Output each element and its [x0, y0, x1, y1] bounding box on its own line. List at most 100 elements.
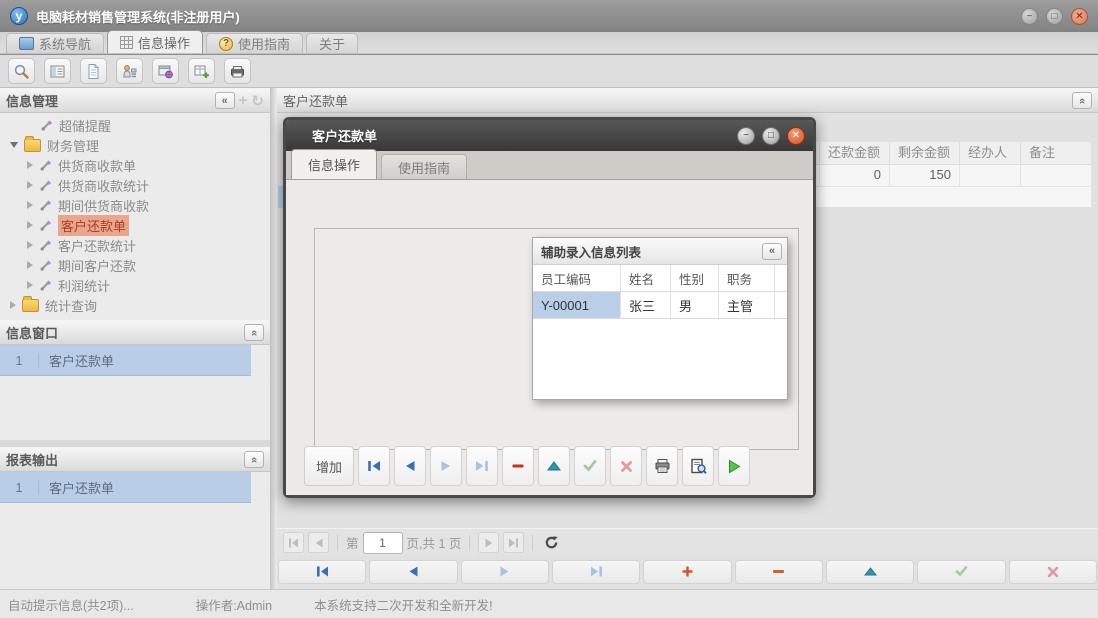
nav-edit-button[interactable] [826, 560, 914, 584]
last-record-button[interactable] [466, 446, 498, 486]
page-last-button[interactable] [503, 532, 524, 553]
nav-prev-button[interactable] [369, 560, 457, 584]
maximize-button[interactable]: □ [1046, 8, 1063, 25]
document-button[interactable] [80, 58, 107, 84]
page-number-input[interactable] [363, 532, 403, 554]
column-repay-amount[interactable]: 还款金额 [819, 142, 889, 164]
cancel-button[interactable] [610, 446, 642, 486]
report-output-row[interactable]: 1 客户还款单 [0, 472, 251, 503]
add-button[interactable]: 增加 [304, 446, 354, 486]
helper-collapse-button[interactable]: « [762, 243, 782, 260]
cell-employee-code[interactable]: Y-00001 [533, 292, 621, 318]
printer-tray-button[interactable] [224, 58, 251, 84]
helper-table-row[interactable]: Y-00001 张三 男 主管 [533, 292, 787, 319]
collapsed-arrow-icon[interactable] [10, 301, 16, 309]
first-record-button[interactable] [358, 446, 390, 486]
prev-record-button[interactable] [394, 446, 426, 486]
user-report-button[interactable] [116, 58, 143, 84]
tree-item-customer-repayment-stats[interactable]: 客户还款统计 [0, 235, 270, 255]
main-panel-title: 客户还款单 [283, 91, 348, 110]
confirm-icon [955, 566, 968, 577]
column-remark[interactable]: 备注 [1020, 142, 1098, 164]
grid-refresh-button[interactable] [541, 532, 562, 553]
tab-about[interactable]: 关于 [306, 33, 358, 53]
next-record-button[interactable] [430, 446, 462, 486]
tree-item-supplier-receipt[interactable]: 供货商收款单 [0, 155, 270, 175]
collapsed-arrow-icon[interactable] [27, 281, 33, 289]
cell-remaining-amount: 150 [889, 164, 959, 186]
column-handler[interactable]: 经办人 [959, 142, 1020, 164]
column-name[interactable]: 姓名 [621, 265, 671, 291]
add-icon[interactable]: + [239, 92, 248, 109]
close-button[interactable]: ✕ [1071, 8, 1088, 25]
nav-next-button[interactable] [461, 560, 549, 584]
tab-system-nav[interactable]: 系统导航 [6, 33, 104, 53]
sidebar-nav-header: 信息管理 « + ↻ [0, 88, 270, 113]
nav-add-button[interactable] [643, 560, 731, 584]
divider [532, 535, 533, 551]
info-window-collapse-button[interactable]: « [244, 324, 264, 341]
nav-delete-button[interactable] [735, 560, 823, 584]
run-button[interactable] [718, 446, 750, 486]
tab-user-guide[interactable]: ? 使用指南 [206, 33, 303, 53]
info-window-header: 信息窗口 « [0, 320, 270, 345]
table-add-icon [193, 63, 210, 80]
cell-gender: 男 [671, 292, 719, 318]
tree-item-period-supplier-receipt[interactable]: 期间供货商收款 [0, 195, 270, 215]
tree-folder-finance[interactable]: 财务管理 [0, 135, 270, 155]
nav-first-button[interactable] [278, 560, 366, 584]
edit-record-button[interactable] [538, 446, 570, 486]
tree-item-customer-repayment[interactable]: 客户还款单 [0, 215, 270, 235]
tree-item-overstock-alert[interactable]: 超储提醒 [0, 115, 270, 135]
sidebar-collapse-button[interactable]: « [215, 92, 235, 109]
confirm-button[interactable] [574, 446, 606, 486]
report-output-collapse-button[interactable]: « [244, 451, 264, 468]
print-preview-button[interactable] [682, 446, 714, 486]
nav-last-button[interactable] [552, 560, 640, 584]
form-view-icon [49, 63, 66, 80]
tool-icon [39, 198, 53, 212]
tab-info-operation[interactable]: 信息操作 [107, 30, 203, 53]
page-next-button[interactable] [478, 532, 499, 553]
cell-handler [959, 164, 1020, 186]
refresh-icon[interactable]: ↻ [251, 92, 264, 110]
window-globe-button[interactable] [152, 58, 179, 84]
tree-folder-stats-query[interactable]: 统计查询 [0, 295, 270, 315]
search-tool-button[interactable] [8, 58, 35, 84]
form-view-button[interactable] [44, 58, 71, 84]
column-employee-code[interactable]: 员工编码 [533, 265, 621, 291]
expanded-arrow-icon[interactable] [10, 142, 18, 148]
dialog-tab-info-operation[interactable]: 信息操作 [291, 149, 377, 179]
minimize-button[interactable]: − [1021, 8, 1038, 25]
sidebar-splitter[interactable] [270, 88, 277, 590]
dialog-close-button[interactable]: ✕ [787, 127, 805, 145]
column-position[interactable]: 职务 [719, 265, 775, 291]
collapsed-arrow-icon[interactable] [27, 221, 33, 229]
column-remaining-amount[interactable]: 剩余金额 [889, 142, 959, 164]
dialog-maximize-button[interactable]: □ [762, 127, 780, 145]
collapsed-arrow-icon[interactable] [27, 181, 33, 189]
cancel-icon [620, 460, 633, 473]
tree-item-profit-stats[interactable]: 利润统计 [0, 275, 270, 295]
dialog-tab-user-guide[interactable]: 使用指南 [381, 154, 467, 179]
main-panel-header: 客户还款单 « [277, 88, 1098, 113]
dialog-minimize-button[interactable]: − [737, 127, 755, 145]
page-prev-button[interactable] [308, 532, 329, 553]
table-add-button[interactable] [188, 58, 215, 84]
nav-cancel-button[interactable] [1009, 560, 1097, 584]
info-window-row[interactable]: 1 客户还款单 [0, 345, 251, 376]
main-panel-collapse-button[interactable]: « [1072, 92, 1092, 109]
column-gender[interactable]: 性别 [671, 265, 719, 291]
collapsed-arrow-icon[interactable] [27, 241, 33, 249]
delete-record-button[interactable] [502, 446, 534, 486]
collapsed-arrow-icon[interactable] [27, 201, 33, 209]
tree-item-supplier-receipt-stats[interactable]: 供货商收款统计 [0, 175, 270, 195]
last-page-icon [508, 538, 519, 548]
collapsed-arrow-icon[interactable] [27, 161, 33, 169]
nav-confirm-button[interactable] [917, 560, 1005, 584]
dialog-titlebar[interactable]: 客户还款单 − □ ✕ [286, 120, 813, 151]
page-first-button[interactable] [283, 532, 304, 553]
collapsed-arrow-icon[interactable] [27, 261, 33, 269]
print-button[interactable] [646, 446, 678, 486]
tree-item-period-customer-repayment[interactable]: 期间客户还款 [0, 255, 270, 275]
